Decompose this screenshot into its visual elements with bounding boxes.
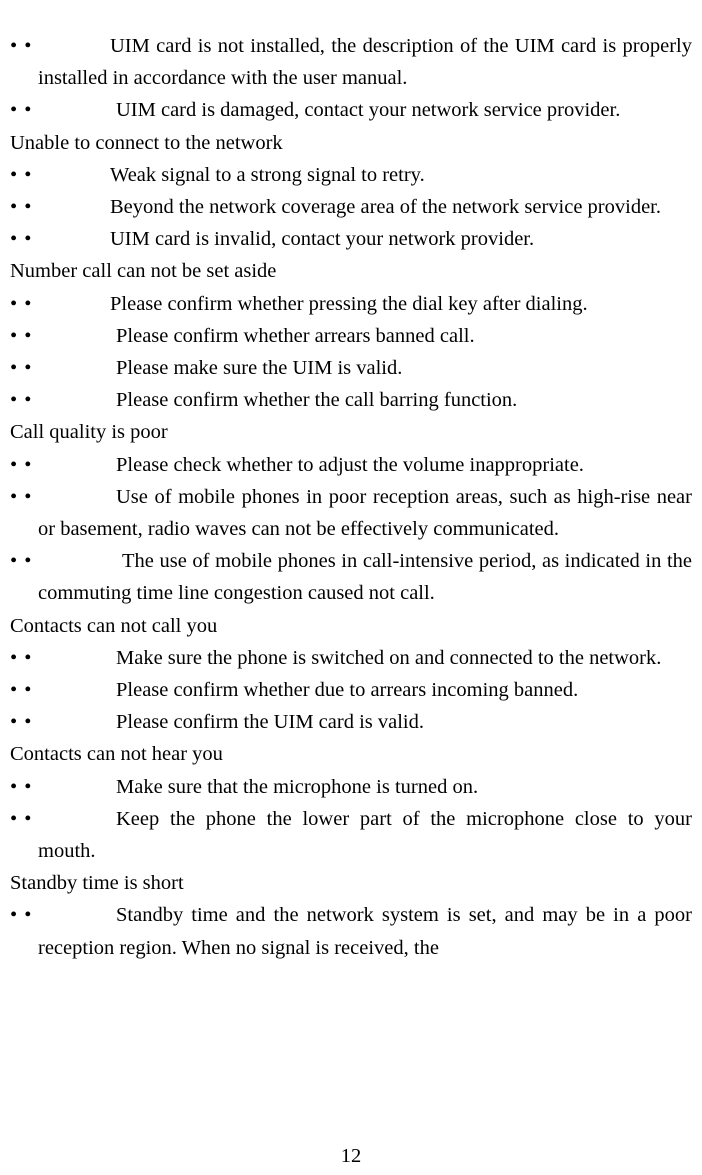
bullet-dot-icon: •: [24, 711, 32, 734]
document-page: • • UIM card is not installed, the descrip…: [0, 0, 702, 1175]
bullet-item-text: Standby time and the network system is s…: [38, 904, 692, 959]
bullet-item-text: UIM card is damaged, contact your networ…: [116, 99, 621, 122]
bullet-list-item: • • Weak signal to a strong signal to retr…: [10, 159, 692, 191]
bullet-dot-icon: •: [24, 163, 32, 186]
bullet-item-text: Weak signal to a strong signal to retry.: [110, 163, 425, 186]
bullet-dot-icon: •: [24, 485, 32, 508]
bullet-item-text: The use of mobile phones in call-intensi…: [38, 550, 692, 605]
bullet-marker-group: • •: [10, 642, 38, 674]
bullet-marker-group: • •: [10, 191, 38, 223]
bullet-dot-icon: •: [24, 35, 32, 57]
bullet-dot-icon: •: [24, 453, 32, 476]
bullet-item-text: Please confirm the UIM card is valid.: [116, 711, 424, 734]
bullet-marker-group: • •: [10, 449, 38, 481]
bullet-list-item: • • Make sure that the microphone is turne…: [10, 771, 692, 803]
bullet-marker-group: • •: [10, 223, 38, 255]
bullet-dot-icon: •: [24, 357, 32, 380]
bullet-list-item: • • Beyond the network coverage area of th…: [10, 191, 692, 223]
bullet-list-item: • • Please confirm whether pressing the di…: [10, 288, 692, 320]
bullet-dot-icon: •: [10, 646, 18, 669]
bullet-item-text: Please confirm whether pressing the dial…: [110, 292, 588, 315]
bullet-dot-icon: •: [24, 389, 32, 412]
bullet-list-item: • • Keep the phone the lower part of the m…: [10, 803, 692, 867]
bullet-item-text: UIM card is not installed, the descripti…: [38, 35, 692, 90]
bullet-dot-icon: •: [10, 904, 18, 927]
bullet-marker-group: • •: [10, 384, 38, 416]
bullet-marker-group: • •: [10, 803, 38, 835]
bullet-dot-icon: •: [10, 357, 18, 380]
bullet-dot-icon: •: [24, 679, 32, 702]
bullet-dot-icon: •: [10, 324, 18, 347]
bullet-dot-icon: •: [10, 807, 18, 830]
bullet-dot-icon: •: [10, 775, 18, 798]
bullet-dot-icon: •: [10, 550, 18, 573]
bullet-marker-group: • •: [10, 94, 38, 126]
bullet-item-text: UIM card is invalid, contact your networ…: [110, 228, 535, 251]
bullet-dot-icon: •: [10, 163, 18, 186]
bullet-list-item: • • Standby time and the network system is…: [10, 899, 692, 963]
bullet-item-text: Make sure the phone is switched on and c…: [116, 646, 662, 669]
bullet-item-text: Please confirm whether due to arrears in…: [116, 679, 579, 702]
bullet-dot-icon: •: [24, 646, 32, 669]
bullet-dot-icon: •: [10, 196, 18, 219]
bullet-list-item: • • Please confirm whether the call barrin…: [10, 384, 692, 416]
bullet-list-item: • • UIM card is not installed, the descrip…: [10, 30, 692, 94]
bullet-dot-icon: •: [10, 485, 18, 508]
bullet-dot-icon: •: [24, 775, 32, 798]
bullet-dot-icon: •: [24, 99, 32, 122]
bullet-dot-icon: •: [10, 389, 18, 412]
bullet-marker-group: • •: [10, 159, 38, 191]
section-heading: Standby time is short: [10, 872, 184, 895]
section-heading: Unable to connect to the network: [10, 131, 283, 154]
bullet-list-item: • • Make sure the phone is switched on and…: [10, 642, 692, 674]
bullet-dot-icon: •: [10, 35, 18, 57]
bullet-dot-icon: •: [24, 904, 32, 927]
bullet-item-text: Keep the phone the lower part of the mic…: [38, 807, 692, 863]
bullet-item-text: Please check whether to adjust the volum…: [116, 453, 584, 476]
bullet-list-item: • • Please make sure the UIM is valid.: [10, 352, 692, 384]
bullet-marker-group: • •: [10, 771, 38, 803]
bullet-dot-icon: •: [10, 292, 18, 315]
bullet-dot-icon: •: [24, 324, 32, 347]
bullet-list-item: • • Please check whether to adjust the vol…: [10, 449, 692, 481]
bullet-item-text: Please confirm whether the call barring …: [116, 389, 518, 412]
bullet-item-text: Beyond the network coverage area of the …: [110, 196, 661, 219]
bullet-marker-group: • •: [10, 545, 38, 577]
bullet-dot-icon: •: [24, 228, 32, 251]
bullet-dot-icon: •: [10, 228, 18, 251]
bullet-list-item: • • The use of mobile phones in call-inten…: [10, 545, 692, 609]
bullet-marker-group: • •: [10, 30, 38, 62]
section-heading: Contacts can not call you: [10, 614, 218, 637]
bullet-marker-group: • •: [10, 899, 38, 931]
bullet-list-item: • • Please confirm whether due to arrears …: [10, 674, 692, 706]
bullet-list-item: • • UIM card is damaged, contact your netw…: [10, 94, 692, 126]
bullet-marker-group: • •: [10, 706, 38, 738]
bullet-dot-icon: •: [24, 292, 32, 315]
bullet-marker-group: • •: [10, 352, 38, 384]
section-heading: Call quality is poor: [10, 421, 168, 444]
bullet-list-item: • • Use of mobile phones in poor reception…: [10, 481, 692, 545]
bullet-dot-icon: •: [10, 711, 18, 734]
bullet-marker-group: • •: [10, 288, 38, 320]
bullet-dot-icon: •: [10, 99, 18, 122]
bullet-list-item: • • Please confirm whether arrears banned …: [10, 320, 692, 352]
bullet-item-text: Make sure that the microphone is turned …: [116, 775, 479, 798]
page-content: • • UIM card is not installed, the descrip…: [10, 30, 692, 964]
bullet-item-text: Use of mobile phones in poor reception a…: [38, 485, 692, 541]
bullet-dot-icon: •: [10, 453, 18, 476]
bullet-item-text: Please confirm whether arrears banned ca…: [116, 324, 475, 347]
section-heading: Contacts can not hear you: [10, 743, 223, 766]
bullet-list-item: • • UIM card is invalid, contact your netw…: [10, 223, 692, 255]
bullet-dot-icon: •: [10, 679, 18, 702]
bullet-item-text: Please make sure the UIM is valid.: [116, 357, 403, 380]
page-number: 12: [340, 1145, 362, 1167]
bullet-marker-group: • •: [10, 674, 38, 706]
bullet-marker-group: • •: [10, 320, 38, 352]
bullet-marker-group: • •: [10, 481, 38, 513]
bullet-dot-icon: •: [24, 807, 32, 830]
bullet-dot-icon: •: [24, 550, 32, 573]
bullet-dot-icon: •: [24, 196, 32, 219]
bullet-list-item: • • Please confirm the UIM card is valid.: [10, 706, 692, 738]
section-heading: Number call can not be set aside: [10, 260, 277, 283]
